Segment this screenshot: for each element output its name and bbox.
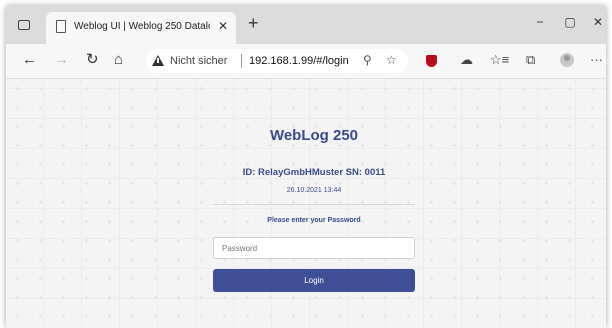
url-text[interactable]: 192.168.1.99/#/login xyxy=(249,55,349,67)
browser-window: Weblog UI | Weblog 250 Datalog ✕ + − ▢ ✕… xyxy=(6,6,606,328)
timestamp: 26.10.2021 13:44 xyxy=(286,187,342,194)
close-icon[interactable]: ✕ xyxy=(218,19,228,33)
minimize-button[interactable]: − xyxy=(530,15,550,29)
maximize-button[interactable]: ▢ xyxy=(560,15,580,29)
favorite-add-icon[interactable]: ☆ xyxy=(386,53,397,67)
avatar-head xyxy=(564,55,570,61)
favorites-icon[interactable]: ☆≡ xyxy=(490,53,509,67)
extensions-icon[interactable]: ☁ xyxy=(460,53,473,67)
ublock-icon[interactable] xyxy=(426,55,437,67)
collections-icon[interactable]: ⧉ xyxy=(526,53,535,67)
password-field[interactable] xyxy=(213,237,415,259)
back-arrow-icon[interactable]: ← xyxy=(22,52,37,68)
more-icon[interactable]: ··· xyxy=(590,53,603,67)
forward-arrow-icon[interactable]: → xyxy=(54,52,69,68)
login-button[interactable]: Login xyxy=(213,269,415,292)
page-content: WebLog 250 ID: RelayGmbHMuster SN: 0011 … xyxy=(6,79,606,328)
page-icon xyxy=(56,20,66,33)
reload-icon[interactable]: ↻ xyxy=(86,52,99,68)
divider xyxy=(213,204,415,205)
password-prompt: Please enter your Password xyxy=(267,217,361,224)
security-warning[interactable]: Nicht sicher xyxy=(170,55,227,67)
home-icon[interactable]: ⌂ xyxy=(114,52,123,68)
login-card: WebLog 250 ID: RelayGmbHMuster SN: 0011 … xyxy=(205,79,423,328)
device-id: ID: RelayGmbHMuster SN: 0011 xyxy=(242,167,386,178)
zoom-icon[interactable]: ⚲ xyxy=(363,53,372,67)
plus-icon[interactable]: + xyxy=(248,14,259,32)
page-title: WebLog 250 xyxy=(269,127,359,144)
window-close-button[interactable]: ✕ xyxy=(588,15,606,29)
address-bar[interactable]: Nicht sicher 192.168.1.99/#/login ⚲ ☆ xyxy=(146,49,408,73)
title-bar: Weblog UI | Weblog 250 Datalog ✕ + − ▢ ✕ xyxy=(6,6,606,44)
tab-actions-icon[interactable] xyxy=(18,20,30,30)
tab-title: Weblog UI | Weblog 250 Datalog xyxy=(74,21,210,32)
browser-tab[interactable]: Weblog UI | Weblog 250 Datalog ✕ xyxy=(46,12,236,44)
profile-avatar-icon[interactable] xyxy=(560,53,574,67)
browser-toolbar: ← → ↻ ⌂ Nicht sicher 192.168.1.99/#/logi… xyxy=(6,44,606,79)
address-divider xyxy=(241,54,242,68)
warning-mark xyxy=(157,58,159,63)
